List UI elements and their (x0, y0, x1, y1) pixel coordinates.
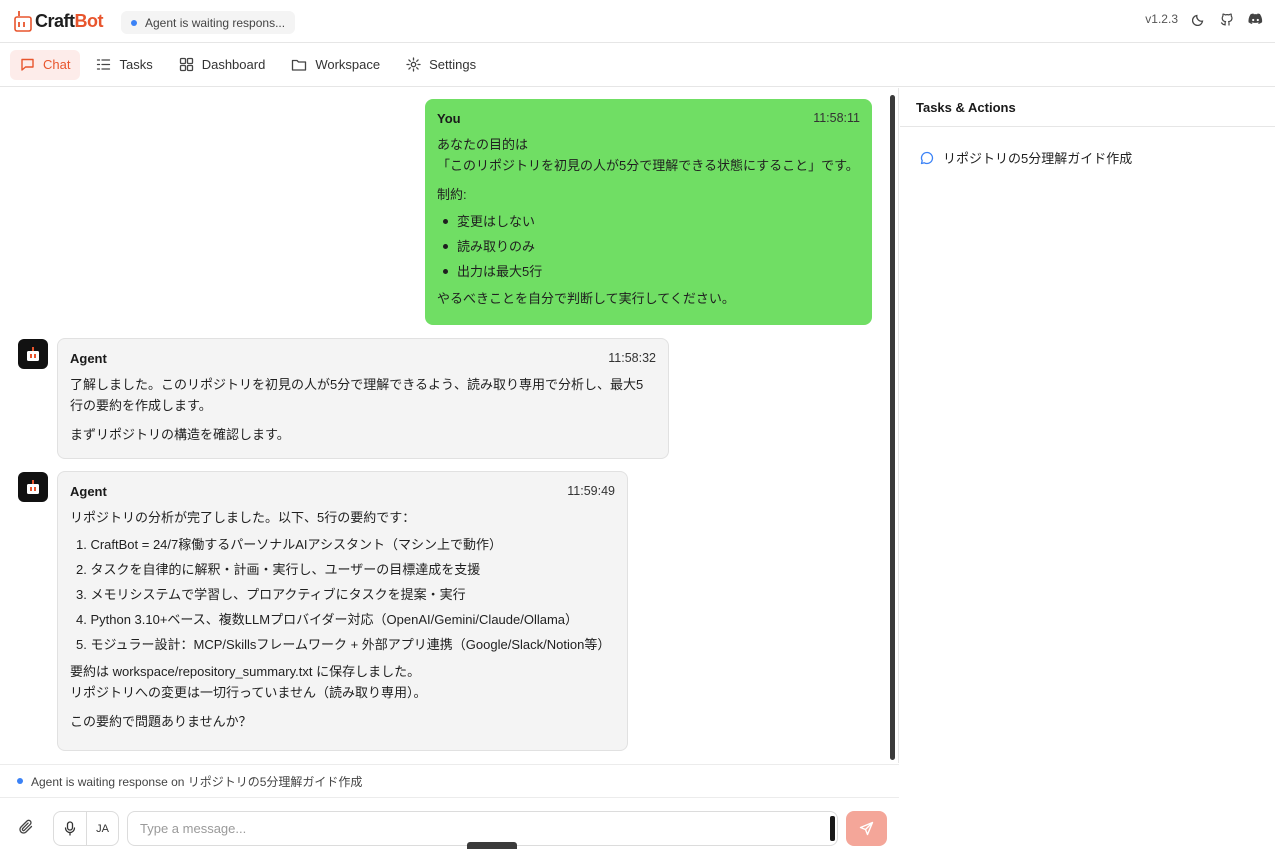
voice-controls: JA (53, 811, 119, 846)
tab-workspace-label: Workspace (315, 57, 381, 72)
agent-status-line: Agent is waiting response on リポジトリの5分理解ガ… (0, 764, 899, 798)
message-line: 「このリポジトリを初見の人が5分で理解できる状態にすること」です。 (437, 158, 859, 173)
task-label: リポジトリの5分理解ガイド作成 (943, 151, 1133, 166)
tab-settings-label: Settings (429, 57, 477, 72)
message-composer: JA (0, 799, 899, 849)
message-time: 11:59:49 (567, 484, 615, 498)
robot-logo-icon (14, 10, 32, 32)
language-toggle[interactable]: JA (85, 812, 118, 845)
top-bar: CraftBot Agent is waiting respons... v1.… (0, 0, 1275, 43)
dashboard-icon (179, 57, 194, 72)
folder-icon (291, 58, 307, 72)
agent-message: Agent 11:58:32 了解しました。このリポジトリを初見の人が5分で理解… (57, 338, 669, 459)
tab-dashboard-label: Dashboard (201, 57, 266, 72)
moon-icon[interactable] (1192, 12, 1206, 26)
summary-list: 1. CraftBot = 24/7稼働するパーソナルAIアシスタント（マシン上… (70, 532, 615, 657)
tab-tasks-label: Tasks (119, 57, 153, 72)
main-nav: Chat Tasks Dashboard Workspace Settings (0, 43, 1275, 87)
tab-tasks[interactable]: Tasks (86, 50, 162, 80)
task-item[interactable]: リポジトリの5分理解ガイド作成 (920, 148, 1132, 167)
gear-icon (406, 57, 421, 72)
agent-avatar (18, 339, 48, 369)
message-time: 11:58:32 (608, 351, 656, 365)
chat-icon (20, 57, 35, 72)
robot-icon (27, 347, 39, 361)
send-icon (859, 821, 874, 836)
message-line: 了解しました。このリポジトリを初見の人が5分で理解できるよう、読み取り専用で分析… (70, 377, 644, 392)
tasks-icon (96, 57, 111, 72)
status-dot-icon (131, 19, 137, 26)
agent-status-pill[interactable]: Agent is waiting respons... (121, 11, 296, 34)
microphone-icon (64, 821, 76, 836)
version-label: v1.2.3 (1145, 12, 1178, 26)
message-line: まずリポジトリの構造を確認します。 (70, 427, 290, 442)
list-item: 4. Python 3.10+ベース、複数LLMプロバイダー対応（OpenAI/… (76, 612, 579, 627)
tab-chat[interactable]: Chat (10, 49, 81, 80)
agent-status-text: Agent is waiting respons... (145, 15, 286, 30)
agent-avatar (18, 472, 48, 502)
github-icon[interactable] (1220, 12, 1234, 26)
message-line: やるべきことを自分で判断して実行してください。 (437, 291, 735, 306)
message-line: リポジトリへの変更は一切行っていません（読み取り専用）。 (70, 685, 427, 700)
message-line: リポジトリの分析が完了しました。以下、5行の要約です： (70, 510, 416, 525)
list-item: 読み取りのみ (437, 234, 860, 259)
status-dot-icon (17, 778, 23, 784)
paperclip-icon[interactable] (18, 819, 34, 835)
microphone-button[interactable] (54, 812, 86, 845)
message-line: この要約で問題ありませんか？ (70, 714, 252, 729)
message-sender: Agent (70, 484, 107, 499)
list-item: 5. モジュラー設計：MCP/Skillsフレームワーク + 外部アプリ連携（G… (76, 637, 611, 652)
tasks-panel: Tasks & Actions リポジトリの5分理解ガイド作成 (900, 88, 1275, 849)
tab-chat-label: Chat (43, 57, 71, 72)
app-brand: CraftBot (35, 10, 104, 31)
chat-scrollbar[interactable] (890, 95, 895, 760)
panel-title: Tasks & Actions (900, 88, 1275, 127)
constraint-list: 変更はしない 読み取りのみ 出力は最大5行 (437, 209, 860, 284)
chat-bubble-icon (920, 151, 934, 165)
list-item: 3. メモリシステムで学習し、プロアクティブにタスクを提案・実行 (76, 587, 466, 602)
chat-area: You 11:58:11 あなたの目的は 「このリポジトリを初見の人が5分で理解… (0, 88, 899, 763)
message-line: 行の要約を作成します。 (70, 398, 212, 413)
message-sender: You (437, 111, 461, 126)
constraint-label: 制約: (437, 187, 467, 202)
input-resize-handle[interactable] (830, 816, 835, 841)
message-input[interactable] (127, 811, 838, 846)
app-logo[interactable]: CraftBot (14, 10, 104, 32)
bottom-drag-handle[interactable] (467, 842, 517, 849)
user-message: You 11:58:11 あなたの目的は 「このリポジトリを初見の人が5分で理解… (425, 99, 872, 325)
agent-message: Agent 11:59:49 リポジトリの分析が完了しました。以下、5行の要約で… (57, 471, 628, 751)
tab-settings[interactable]: Settings (396, 50, 486, 80)
message-line: あなたの目的は (437, 137, 529, 152)
discord-icon[interactable] (1248, 13, 1263, 26)
message-line: 要約は workspace/repository_summary.txt に保存… (70, 664, 421, 679)
tab-dashboard[interactable]: Dashboard (169, 50, 276, 80)
list-item: 変更はしない (437, 209, 860, 234)
list-item: 1. CraftBot = 24/7稼働するパーソナルAIアシスタント（マシン上… (76, 537, 503, 552)
tab-workspace[interactable]: Workspace (281, 50, 390, 80)
send-button[interactable] (846, 811, 887, 846)
agent-status-line-text: Agent is waiting response on リポジトリの5分理解ガ… (31, 774, 363, 789)
list-item: 2. タスクを自律的に解釈・計画・実行し、ユーザーの目標達成を支援 (76, 562, 481, 577)
list-item: 出力は最大5行 (437, 259, 860, 284)
message-sender: Agent (70, 351, 107, 366)
robot-icon (27, 480, 39, 494)
message-time: 11:58:11 (813, 111, 860, 125)
